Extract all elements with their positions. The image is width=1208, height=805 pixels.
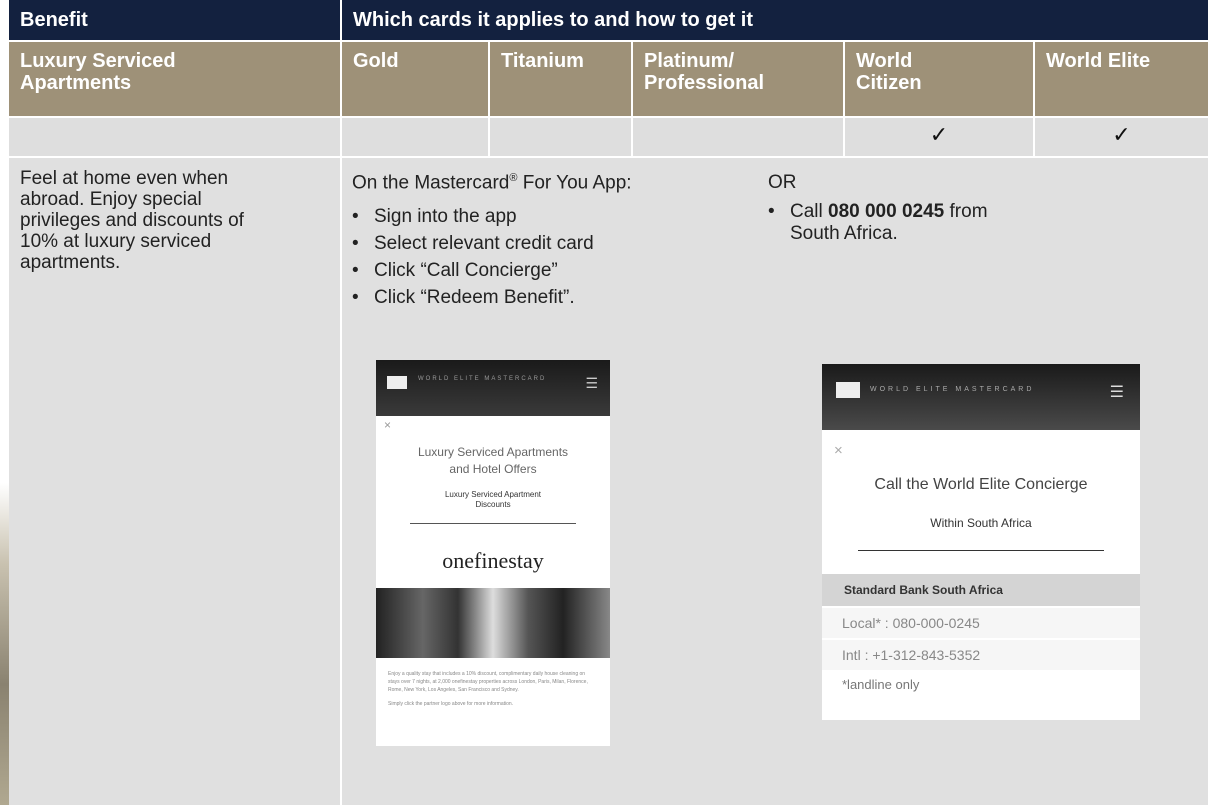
step-text: Click “Call Concierge” (374, 260, 558, 281)
app-header-bar: WORLD ELITE MASTERCARD ☰ (376, 360, 610, 416)
menu-icon: ☰ (1109, 384, 1124, 401)
concierge-subtitle: Within South Africa (930, 516, 1032, 530)
intro-suffix: For You App: (517, 172, 632, 194)
card-gold: Gold (342, 42, 488, 116)
app-steps-list: • Sign into the app • Select relevant cred… (352, 203, 594, 311)
card-world-citizen: World Citizen (845, 42, 1033, 116)
list-item: • Click “Redeem Benefit”. (352, 284, 594, 311)
check-gold (342, 118, 488, 156)
close-icon: × (384, 418, 392, 432)
benefit-name: Luxury Serviced Apartments (9, 42, 340, 116)
list-item: • Sign into the app (352, 203, 594, 230)
app-steps-intro: On the Mastercard® For You App: (352, 172, 632, 194)
step-text: Select relevant credit card (374, 233, 594, 254)
card-icon (836, 382, 860, 398)
offer-body-2: Simply click the partner logo above for … (388, 701, 514, 707)
title-line-1: Luxury Serviced Apartments (417, 445, 569, 459)
apartment-photo (376, 588, 610, 658)
header-which-cards: Which cards it applies to and how to get… (342, 0, 1208, 40)
background-edge (0, 0, 9, 805)
applicability-blank (9, 118, 340, 156)
bullet-icon: • (768, 201, 775, 222)
divider (410, 523, 576, 524)
list-item: • Click “Call Concierge” (352, 257, 594, 284)
title-line-2: and Hotel Offers (449, 462, 537, 476)
call-instruction: • Call 080 000 0245 from South Africa. (768, 201, 988, 245)
check-titanium (490, 118, 631, 156)
card-titanium: Titanium (490, 42, 631, 116)
landline-note: *landline only (822, 670, 1140, 700)
bullet-icon: • (352, 260, 359, 281)
bullet-icon: • (352, 206, 359, 227)
divider (858, 550, 1104, 551)
card-icon (387, 376, 407, 389)
intro-prefix: On the Mastercard (352, 172, 510, 194)
app-screenshot-concierge: WORLD ELITE MASTERCARD ☰ × Call the Worl… (822, 364, 1140, 720)
check-platinum (633, 118, 843, 156)
or-label: OR (768, 172, 797, 193)
offers-subtitle: Luxury Serviced Apartment Discounts (376, 490, 610, 510)
onefinestay-logo: onefinestay (442, 548, 544, 573)
offer-body-text: Enjoy a quality stay that includes a 10%… (388, 670, 598, 708)
phone-number: 080 000 0245 (828, 201, 945, 222)
app-header-bar: WORLD ELITE MASTERCARD ☰ (822, 364, 1140, 430)
bank-name: Standard Bank South Africa (822, 574, 1140, 606)
check-world-elite: ✓ (1035, 118, 1208, 156)
subtitle-line-1: Luxury Serviced Apartment (444, 490, 542, 499)
card-world-elite: World Elite (1035, 42, 1208, 116)
local-number: Local* : 080-000-0245 (822, 608, 1140, 638)
benefit-description: Feel at home even when abroad. Enjoy spe… (9, 158, 340, 805)
intl-number: Intl : +1-312-843-5352 (822, 640, 1140, 670)
bullet-icon: • (352, 287, 359, 308)
menu-icon: ☰ (585, 375, 598, 391)
concierge-title: Call the World Elite Concierge (874, 476, 1088, 493)
step-text: Sign into the app (374, 206, 517, 227)
check-world-citizen: ✓ (845, 118, 1033, 156)
bullet-icon: • (352, 233, 359, 254)
header-benefit: Benefit (9, 0, 340, 40)
brand-text: WORLD ELITE MASTERCARD (870, 386, 1035, 393)
offers-title: Luxury Serviced Apartments and Hotel Off… (376, 444, 610, 478)
list-item: • Select relevant credit card (352, 230, 594, 257)
call-prefix: Call (790, 201, 829, 222)
card-platinum: Platinum/ Professional (633, 42, 843, 116)
step-text: Click “Redeem Benefit”. (374, 287, 575, 308)
app-screenshot-offers: WORLD ELITE MASTERCARD ☰ × Luxury Servic… (376, 360, 610, 746)
call-suffix: from (944, 201, 988, 222)
brand-text: WORLD ELITE MASTERCARD (418, 376, 547, 382)
subtitle-line-2: Discounts (475, 500, 511, 509)
offer-body-1: Enjoy a quality stay that includes a 10%… (388, 671, 588, 693)
close-icon: × (834, 442, 843, 459)
call-line-2: South Africa. (790, 223, 898, 244)
